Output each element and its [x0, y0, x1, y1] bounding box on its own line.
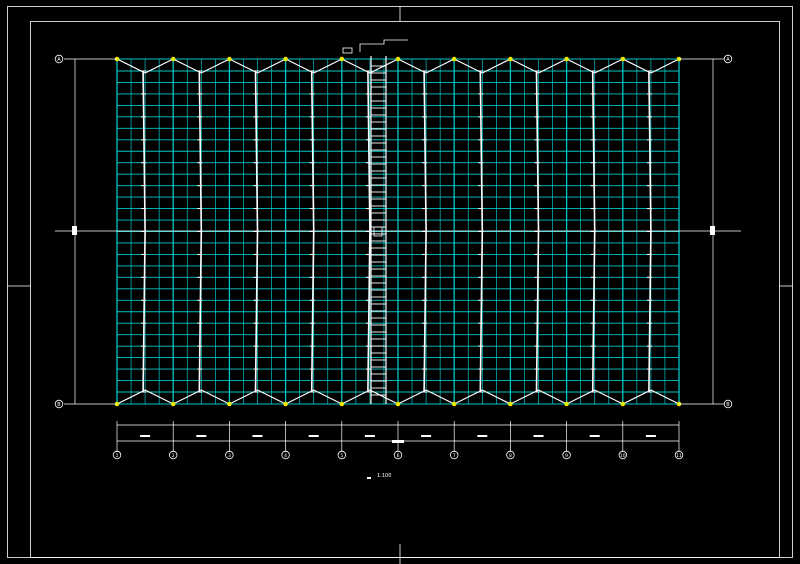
- node-dot: [508, 401, 513, 407]
- column-axis-label: 2: [172, 453, 175, 459]
- node-dot: [564, 56, 569, 62]
- row-axis-label: A: [57, 57, 61, 63]
- node-dot: [451, 56, 457, 62]
- row-axis-label: B: [726, 402, 730, 408]
- dimension-text-tick: [589, 435, 600, 437]
- node-dot: [339, 56, 345, 62]
- dimension-tag-left: [72, 226, 77, 235]
- dimension-tag-right: [710, 226, 715, 235]
- dimension-text-tick: [308, 435, 319, 437]
- node-dot: [564, 401, 569, 407]
- node-dot: [620, 56, 626, 62]
- column-axes: 1 2 3 4 5 6 7 8 9 10 11: [112, 421, 684, 460]
- node-dot: [451, 401, 457, 407]
- node-dot: [227, 56, 232, 62]
- node-dot: [170, 56, 176, 62]
- dimension-text-tick: [392, 440, 404, 443]
- column-axis-label: 8: [509, 453, 512, 459]
- dimension-text-tick: [364, 435, 375, 437]
- column-axis-label: 3: [228, 453, 231, 459]
- leader-line: [359, 39, 408, 52]
- row-axis-label: A: [726, 57, 730, 63]
- node-dot: [227, 401, 232, 407]
- column-axis-label: 1: [116, 453, 119, 459]
- callout-box: [342, 47, 353, 54]
- column-axis-label: 5: [340, 453, 343, 459]
- drawing-frames: [7, 6, 793, 564]
- node-dot: [339, 401, 345, 407]
- node-dot: [395, 56, 401, 62]
- dimension-text-tick: [140, 435, 151, 437]
- node-dot: [508, 56, 513, 62]
- plan-title-block: 1:100: [367, 465, 391, 479]
- dimension-text-tick: [196, 435, 207, 437]
- column-axis-label: 10: [620, 453, 626, 459]
- column-axis-label: 11: [676, 453, 682, 459]
- row-axis-label: B: [57, 402, 61, 408]
- dimension-text-tick: [477, 435, 488, 437]
- column-axis-label: 9: [565, 453, 568, 459]
- node-dot: [170, 401, 176, 407]
- node-dot: [395, 401, 401, 407]
- dimension-text-tick: [645, 435, 656, 437]
- outer-border: [7, 6, 793, 558]
- node-dot: [620, 401, 626, 407]
- dimension-text-tick: [421, 435, 432, 437]
- column-axis-label: 4: [284, 453, 287, 459]
- node-dot: [283, 56, 288, 62]
- dimension-text-tick: [252, 435, 263, 437]
- column-axis-label: 6: [397, 453, 400, 459]
- plan-title: [367, 476, 371, 479]
- plan-scale: 1:100: [377, 473, 392, 479]
- column-axis-label: 7: [453, 453, 456, 459]
- dimension-text-tick: [533, 435, 544, 437]
- node-dot: [283, 401, 288, 407]
- roof-plan-drawing: A A B B 1 2 3 4 5 6 7 8 9 10 11: [7, 6, 793, 564]
